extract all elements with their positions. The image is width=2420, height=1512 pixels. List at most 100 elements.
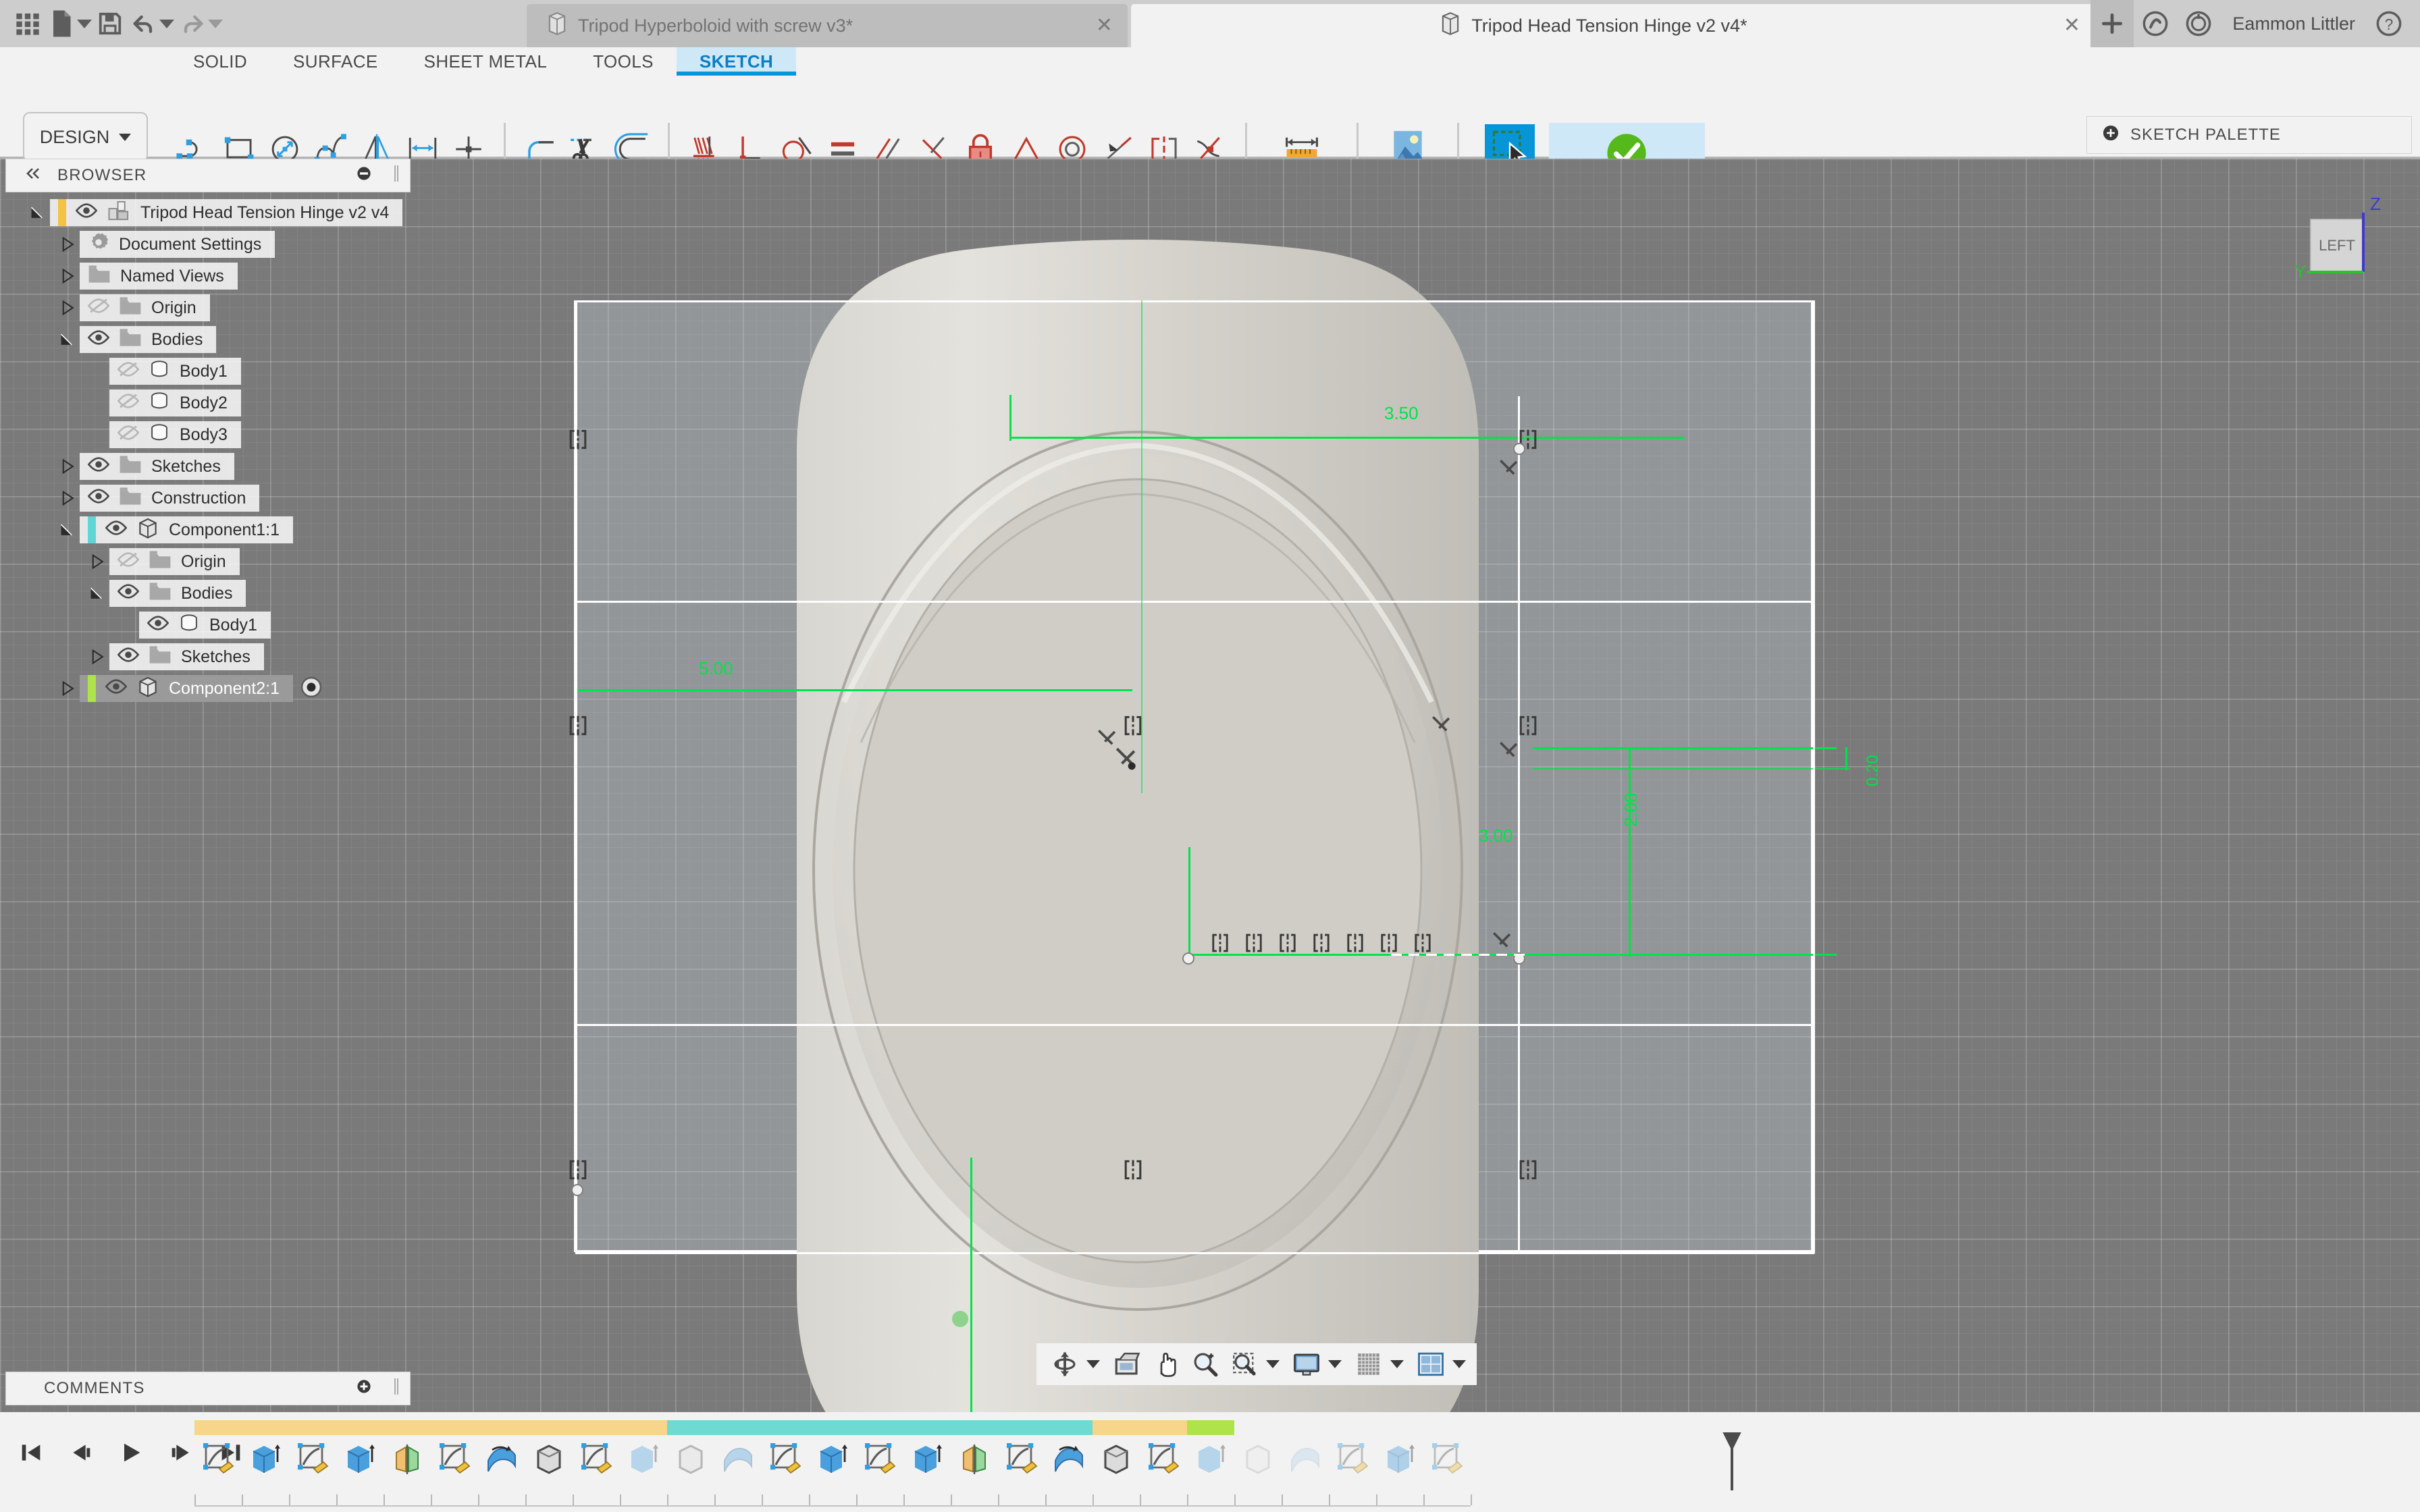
document-tab-0[interactable]: Tripod Hyperboloid with screw v3* ✕ (527, 4, 1128, 47)
visibility-off-icon[interactable] (117, 392, 140, 414)
visibility-off-icon[interactable] (87, 297, 110, 319)
tree-row[interactable]: Component1:1 (5, 516, 411, 543)
tab-surface[interactable]: SURFACE (270, 47, 401, 76)
tree-item-component1-1[interactable]: Component1:1 (80, 516, 294, 543)
comments-panel[interactable]: COMMENTS (5, 1372, 411, 1405)
tree-item-origin[interactable]: Origin (109, 548, 240, 575)
visibility-on-icon[interactable] (75, 202, 98, 223)
expand-triangle-open-icon[interactable] (26, 205, 50, 220)
tree-item-document-settings[interactable]: Document Settings (80, 231, 275, 258)
tree-item-body3[interactable]: Body3 (109, 421, 241, 448)
expand-triangle-closed-icon[interactable] (55, 681, 80, 696)
step-forward-button[interactable] (165, 1436, 197, 1469)
dimension-value-500[interactable]: 5.00 (699, 658, 733, 679)
help-icon[interactable]: ? (2367, 0, 2411, 47)
timeline-feature-icon[interactable] (903, 1435, 951, 1484)
timeline-feature-icon[interactable] (573, 1435, 620, 1484)
add-comment-icon[interactable] (356, 1378, 372, 1399)
visibility-on-icon[interactable] (117, 583, 140, 604)
expand-triangle-closed-icon[interactable] (55, 237, 80, 252)
grid-dropdown-icon[interactable] (1390, 1360, 1404, 1368)
sketch-point[interactable] (1512, 442, 1526, 456)
tree-row[interactable]: Sketches (5, 453, 411, 480)
notifications-icon[interactable] (2177, 0, 2220, 47)
tab-solid[interactable]: SOLID (170, 47, 270, 76)
tab-sheet-metal[interactable]: SHEET METAL (401, 47, 571, 76)
user-name-label[interactable]: Eammon Littler (2220, 14, 2367, 34)
symmetry-constraint-glyph[interactable] (1411, 932, 1434, 954)
tree-row[interactable]: Bodies (5, 326, 411, 353)
collapse-left-icon[interactable] (25, 166, 43, 185)
tree-row[interactable]: Body1 (5, 358, 411, 385)
sketch-point[interactable] (1182, 952, 1195, 965)
visibility-on-icon[interactable] (105, 678, 128, 699)
visibility-off-icon[interactable] (117, 551, 140, 572)
tree-item-sketches[interactable]: Sketches (109, 643, 264, 670)
new-tab-button[interactable] (2090, 0, 2134, 47)
tree-item-body2[interactable]: Body2 (109, 389, 241, 416)
timeline-feature-icon[interactable] (1282, 1435, 1329, 1484)
dimension-value-300[interactable]: 3.00 (1479, 826, 1513, 846)
symmetry-constraint-glyph[interactable] (1276, 932, 1299, 954)
expand-triangle-closed-icon[interactable] (55, 491, 80, 506)
tree-row[interactable]: Bodies (5, 580, 411, 607)
tree-row[interactable]: Named Views (5, 263, 411, 290)
viewports-icon[interactable] (1413, 1347, 1448, 1382)
tree-item-named-views[interactable]: Named Views (80, 263, 238, 290)
tree-item-construction[interactable]: Construction (80, 485, 260, 512)
orbit-dropdown-icon[interactable] (1086, 1360, 1100, 1368)
timeline-feature-icon[interactable] (336, 1435, 384, 1484)
dimension-value-200[interactable]: 2.00 (1621, 792, 1641, 827)
go-to-beginning-button[interactable] (15, 1436, 47, 1469)
tree-item-origin[interactable]: Origin (80, 294, 210, 321)
tree-row[interactable]: Origin (5, 294, 411, 321)
tree-row[interactable]: Construction (5, 485, 411, 512)
timeline-feature-icon[interactable] (951, 1435, 998, 1484)
tree-row[interactable]: Document Settings (5, 231, 411, 258)
symmetry-constraint-glyph[interactable] (1121, 1158, 1145, 1182)
perpendicular-constraint-glyph[interactable] (1496, 456, 1523, 483)
timeline-feature-icon[interactable] (1045, 1435, 1093, 1484)
origin-point-icon[interactable] (1111, 742, 1140, 772)
tree-row[interactable]: Body2 (5, 389, 411, 416)
symmetry-constraint-glyph[interactable] (1516, 1158, 1540, 1182)
tree-row[interactable]: Body1 (5, 612, 411, 639)
activate-component-radio[interactable] (300, 676, 323, 702)
display-dropdown-icon[interactable] (1328, 1360, 1342, 1368)
tree-item-component2-1[interactable]: Component2:1 (80, 675, 294, 702)
perpendicular-constraint-glyph[interactable] (1489, 928, 1516, 955)
symmetry-constraint-glyph[interactable] (566, 1158, 590, 1182)
close-icon[interactable]: ✕ (1096, 16, 1113, 36)
timeline-feature-icon[interactable] (431, 1435, 478, 1484)
visibility-off-icon[interactable] (117, 424, 140, 446)
dimension-value-020[interactable]: 0.20 (1864, 755, 1883, 786)
tree-item-sketches[interactable]: Sketches (80, 453, 234, 480)
visibility-on-icon[interactable] (87, 456, 110, 477)
tree-row[interactable]: Sketches (5, 643, 411, 670)
look-at-icon[interactable] (1109, 1347, 1145, 1382)
timeline-feature-icon[interactable] (384, 1435, 431, 1484)
perpendicular-constraint-glyph[interactable] (1496, 738, 1523, 765)
tree-row[interactable]: Body3 (5, 421, 411, 448)
expand-triangle-closed-icon[interactable] (85, 554, 109, 569)
visibility-on-icon[interactable] (87, 329, 110, 350)
zoom-icon[interactable] (1188, 1347, 1223, 1382)
pan-icon[interactable] (1149, 1347, 1184, 1382)
tree-row[interactable]: Component2:1 (5, 675, 411, 702)
view-cube[interactable]: LEFT Z Y (2271, 186, 2393, 307)
zoom-dropdown-icon[interactable] (1266, 1360, 1280, 1368)
timeline-feature-icon[interactable] (1329, 1435, 1376, 1484)
document-tab-1[interactable]: Tripod Head Tension Hinge v2 v4* ✕ (1131, 4, 2097, 47)
symmetry-constraint-glyph[interactable] (1242, 932, 1265, 954)
step-back-button[interactable] (65, 1436, 97, 1469)
timeline-feature-icon[interactable] (194, 1435, 242, 1484)
tree-row[interactable]: Tripod Head Tension Hinge v2 v4 (5, 199, 411, 226)
expand-triangle-open-icon[interactable] (55, 332, 80, 347)
visibility-on-icon[interactable] (87, 487, 110, 509)
tree-item-tripod-head-tension-hinge-v2-v4[interactable]: Tripod Head Tension Hinge v2 v4 (50, 199, 403, 226)
expand-triangle-closed-icon[interactable] (55, 300, 80, 315)
tree-row[interactable]: Origin (5, 548, 411, 575)
browser-resize-handle[interactable] (394, 164, 399, 188)
job-status-icon[interactable] (2134, 0, 2177, 47)
symmetry-constraint-glyph[interactable] (1344, 932, 1367, 954)
